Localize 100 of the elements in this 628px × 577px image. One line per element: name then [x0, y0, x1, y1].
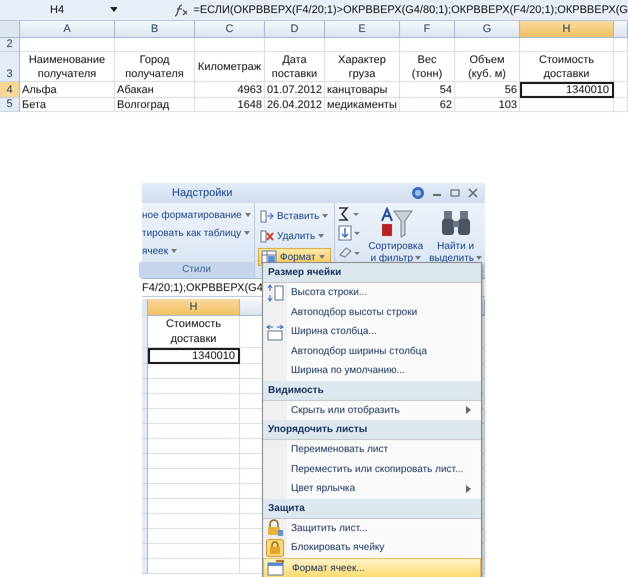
menu-section-title: Защита	[263, 498, 481, 518]
ribbon-button[interactable]: ное форматирование	[142, 208, 251, 222]
row-header[interactable]	[142, 348, 148, 364]
caret-icon	[415, 256, 422, 260]
caret-icon	[322, 214, 328, 218]
row-header[interactable]	[142, 409, 148, 424]
table-cell: 1648	[195, 98, 265, 112]
table-cell: канцтовары	[325, 82, 400, 98]
menu-item[interactable]: Автоподбор ширины столбца	[263, 342, 481, 361]
table-cell: Абакан	[115, 82, 195, 98]
column-header[interactable]: D	[265, 21, 325, 38]
group-label: Стили	[139, 262, 254, 278]
function-icon[interactable]	[172, 3, 188, 17]
row-header[interactable]: 2	[0, 38, 20, 52]
empty-cell	[614, 82, 628, 98]
select-all-corner[interactable]	[142, 299, 148, 316]
menu-section-title: Упорядочить листы	[263, 420, 481, 440]
row-header[interactable]	[142, 439, 148, 454]
row-header[interactable]	[142, 514, 148, 529]
column-header[interactable]: H	[520, 21, 614, 38]
empty-cell	[614, 52, 628, 82]
select-all-corner[interactable]	[0, 21, 20, 38]
delete-cells-icon	[260, 230, 274, 242]
ribbon-tab[interactable]: Надстройки	[172, 187, 232, 199]
menu-section-title: Видимость	[263, 380, 481, 400]
row-header[interactable]	[142, 364, 148, 379]
row-height-icon	[266, 284, 284, 302]
table-cell: 1340010	[520, 82, 614, 98]
menu-item[interactable]: Цвет ярлычка	[263, 479, 481, 498]
ribbon-button[interactable]: ячеек	[142, 244, 251, 258]
caret-icon[interactable]	[110, 7, 118, 13]
ribbon-button[interactable]: тировать как таблицу	[142, 226, 251, 240]
empty-cell	[195, 38, 265, 52]
column-header[interactable]: C	[195, 21, 265, 38]
row-header[interactable]	[142, 316, 148, 348]
lock-icon	[266, 519, 284, 538]
table-cell: 01.07.2012	[265, 82, 325, 98]
row-header[interactable]	[142, 499, 148, 514]
table-cell: Стоимость доставки	[520, 52, 614, 82]
table-cell: Дата поставки	[265, 52, 325, 82]
menu-item[interactable]: Блокировать ячейку	[263, 538, 481, 558]
row-header[interactable]: 3	[0, 52, 20, 82]
table-cell: Город получателя	[115, 52, 195, 82]
help-icon[interactable]	[411, 186, 425, 200]
row-header[interactable]: 5	[0, 98, 20, 112]
formula-text[interactable]: =ЕСЛИ(ОКРВВЕРХ(F4/20;1)>ОКРВВЕРХ(G4/80;1);ОКРВВЕРХ(F4/20;1);ОКРВВЕРХ(G	[193, 4, 628, 16]
close-icon[interactable]	[467, 187, 479, 199]
caret-icon	[318, 255, 325, 259]
restore-icon[interactable]	[449, 187, 461, 199]
row-header[interactable]	[142, 379, 148, 394]
column-header[interactable]: A	[20, 21, 115, 38]
table-cell: Бета	[20, 98, 115, 112]
row-header[interactable]	[142, 559, 148, 574]
row-header[interactable]	[142, 544, 148, 559]
caret-icon	[171, 249, 178, 253]
caret-icon	[476, 256, 482, 260]
fill-down-icon[interactable]	[338, 225, 362, 241]
name-box[interactable]: H4	[0, 4, 104, 16]
table-cell: 103	[455, 98, 520, 112]
menu-item[interactable]: Защитить лист...	[263, 518, 481, 538]
column-header[interactable]	[614, 21, 628, 38]
table-cell: 4963	[195, 82, 265, 98]
row-header[interactable]	[142, 484, 148, 499]
menu-item[interactable]: Ширина по умолчанию...	[263, 361, 481, 380]
empty-cell	[265, 38, 325, 52]
menu-item[interactable]: Переименовать лист	[263, 440, 481, 460]
insert-cells-icon	[260, 210, 274, 222]
table-cell: Наименование получателя	[20, 52, 115, 82]
column-header[interactable]: B	[115, 21, 195, 38]
submenu-arrow-icon	[466, 406, 471, 414]
table-cell: Вес (тонн)	[400, 52, 455, 82]
table-cell: Километраж	[195, 52, 265, 82]
table-cell: Стоимость доставки	[148, 316, 240, 348]
menu-item[interactable]: Высота строки...	[263, 283, 481, 302]
row-header[interactable]: 4	[0, 82, 20, 98]
row-header[interactable]	[142, 469, 148, 484]
row-header[interactable]	[142, 394, 148, 409]
ribbon-button[interactable]: Вставить	[258, 208, 332, 224]
eraser-icon[interactable]	[338, 245, 362, 259]
table-cell: 26.04.2012	[265, 98, 325, 112]
menu-item[interactable]: Ширина столбца...	[263, 322, 481, 342]
caret-icon	[244, 213, 251, 217]
row-header[interactable]	[142, 424, 148, 439]
menu-item[interactable]: Формат ячеек...	[263, 558, 481, 577]
table-cell: 62	[400, 98, 455, 112]
column-header[interactable]: E	[325, 21, 400, 38]
menu-item[interactable]: Переместить или скопировать лист...	[263, 460, 481, 479]
menu-item[interactable]: Автоподбор высоты строки	[263, 302, 481, 322]
menu-item[interactable]: Скрыть или отобразить	[263, 400, 481, 420]
table-cell: Альфа	[20, 82, 115, 98]
ribbon-button[interactable]: Удалить	[258, 228, 332, 244]
lock-icon	[266, 538, 284, 557]
table-cell: 56	[455, 82, 520, 98]
column-header[interactable]: G	[455, 21, 520, 38]
column-header[interactable]: H	[148, 299, 240, 316]
empty-cell	[400, 38, 455, 52]
column-header[interactable]: F	[400, 21, 455, 38]
row-header[interactable]	[142, 529, 148, 544]
row-header[interactable]	[142, 454, 148, 469]
empty-cell	[614, 38, 628, 52]
